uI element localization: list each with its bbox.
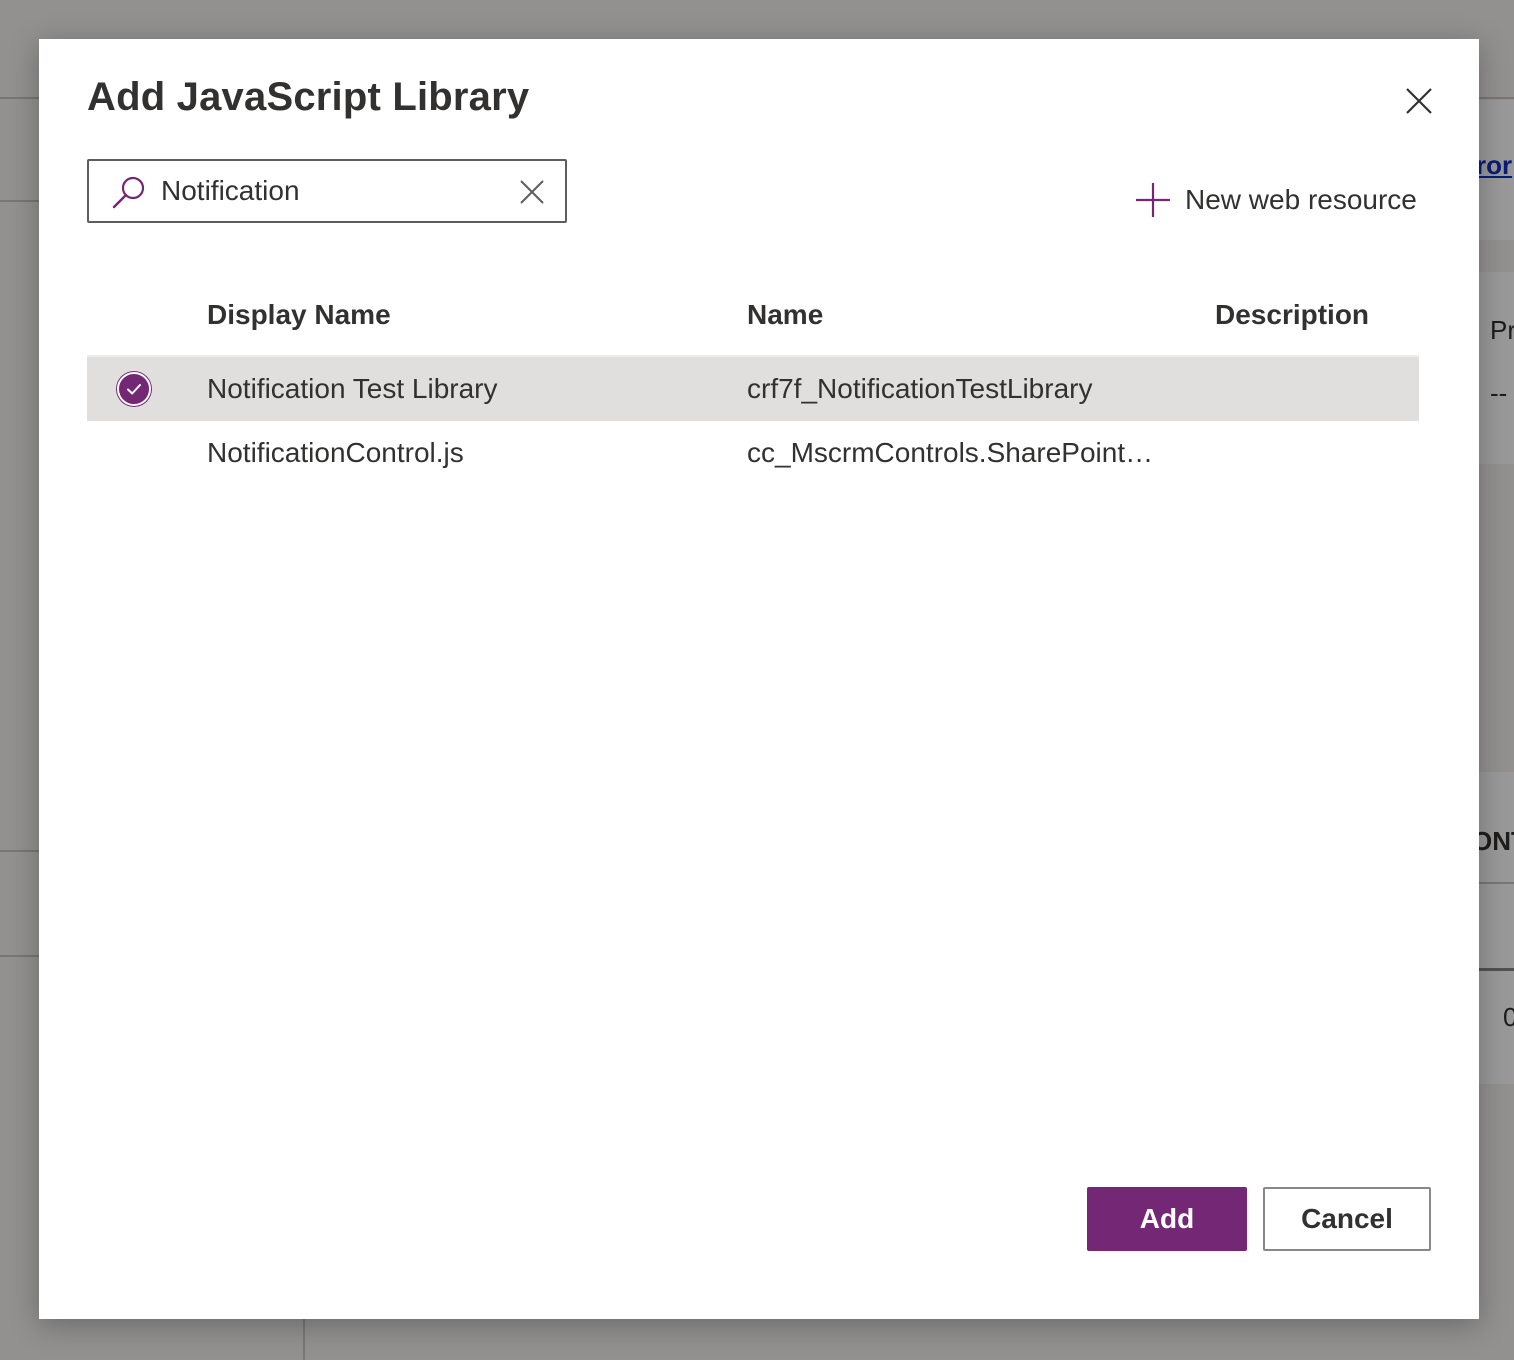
library-table: Display Name Name Description Notificati… xyxy=(87,285,1419,485)
column-header-description[interactable]: Description xyxy=(1215,299,1369,331)
table-header: Display Name Name Description xyxy=(87,285,1419,357)
clear-icon xyxy=(520,180,544,204)
cancel-button[interactable]: Cancel xyxy=(1263,1187,1431,1251)
new-web-resource-label: New web resource xyxy=(1185,184,1417,215)
table-row[interactable]: NotificationControl.js cc_MscrmControls.… xyxy=(87,421,1419,485)
add-button[interactable]: Add xyxy=(1087,1187,1247,1251)
column-header-display-name[interactable]: Display Name xyxy=(207,299,391,331)
close-icon xyxy=(1406,88,1432,114)
clear-search-button[interactable] xyxy=(515,175,549,209)
plus-icon xyxy=(1136,183,1170,217)
search-box[interactable] xyxy=(87,159,567,223)
row-selected-checkmark[interactable] xyxy=(117,372,151,406)
table-row[interactable]: Notification Test Library crf7f_Notifica… xyxy=(87,357,1419,421)
cell-name: crf7f_NotificationTestLibrary xyxy=(747,373,1093,404)
cell-display-name: NotificationControl.js xyxy=(207,437,464,468)
new-web-resource-button[interactable]: New web resource xyxy=(1133,177,1417,223)
add-javascript-library-dialog: Add JavaScript Library New web resource … xyxy=(39,39,1479,1319)
dialog-title: Add JavaScript Library xyxy=(87,75,530,119)
cell-display-name: Notification Test Library xyxy=(207,373,498,404)
search-input[interactable] xyxy=(161,169,501,213)
column-header-name[interactable]: Name xyxy=(747,299,823,331)
checkmark-icon xyxy=(127,384,141,395)
search-icon xyxy=(112,176,145,209)
close-button[interactable] xyxy=(1397,79,1441,123)
cell-name: cc_MscrmControls.SharePointControl xyxy=(747,437,1163,468)
